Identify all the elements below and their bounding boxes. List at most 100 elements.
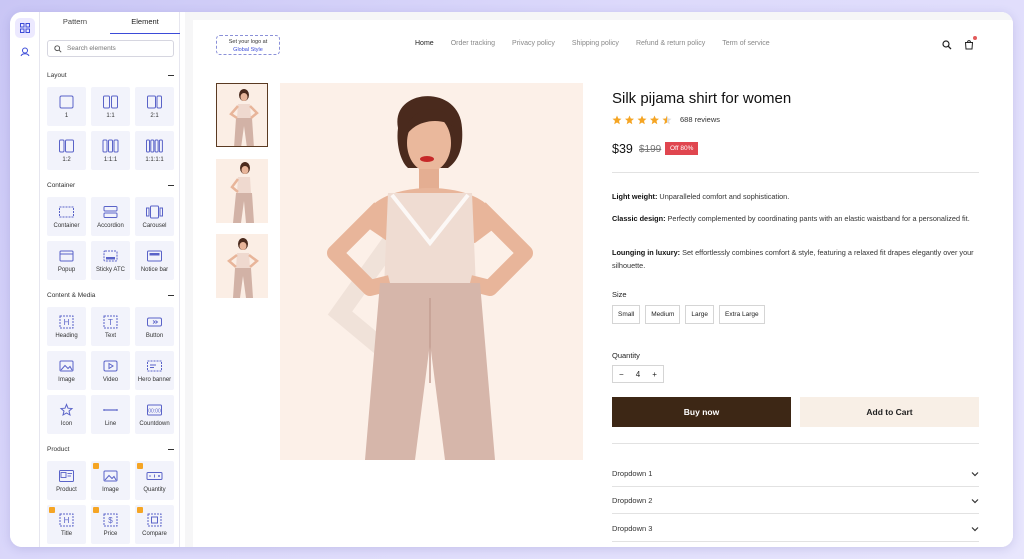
- section-title: Container: [47, 182, 76, 189]
- svg-text:H: H: [64, 318, 70, 327]
- search-icon: [54, 44, 62, 53]
- section-title: Content & Media: [47, 292, 96, 299]
- tab-pattern[interactable]: Pattern: [40, 12, 110, 34]
- quantity-tile[interactable]: Quantity: [135, 461, 174, 500]
- dropdown-row[interactable]: Dropdown 2: [612, 488, 979, 514]
- product-thumbnail[interactable]: [216, 234, 268, 298]
- section-container[interactable]: Container: [47, 182, 174, 189]
- text-tile[interactable]: T Text: [91, 307, 130, 346]
- product-thumbnail[interactable]: [216, 159, 268, 223]
- desc-item: Lounging in luxury: Set effortlessly com…: [612, 247, 979, 272]
- video-tile[interactable]: Video: [91, 351, 130, 390]
- layout-1-1-1-tile[interactable]: 1:1:1: [91, 131, 130, 170]
- countdown-tile[interactable]: 00:00 Countdown: [135, 395, 174, 434]
- logo-placeholder[interactable]: Set your logo at Global Style: [216, 35, 280, 55]
- nav-shipping-policy[interactable]: Shipping policy: [572, 40, 619, 47]
- section-layout[interactable]: Layout: [47, 72, 174, 79]
- dropdown-row[interactable]: Dropdown 3: [612, 516, 979, 542]
- global-style-link[interactable]: Global Style: [217, 46, 279, 54]
- rating-stars: [612, 115, 674, 125]
- layout-1-1-1-1-tile[interactable]: 1:1:1:1: [135, 131, 174, 170]
- layout-grid: 1 1:1 2:1 1:2 1:1:1 1:1:1:1: [47, 87, 174, 170]
- product-image-tile[interactable]: Image: [91, 461, 130, 500]
- collapse-icon[interactable]: [168, 184, 174, 187]
- section-content-media[interactable]: Content & Media: [47, 292, 174, 299]
- desc-text: Perfectly complemented by coordinating p…: [665, 214, 970, 223]
- pro-badge: [137, 507, 143, 513]
- hero-banner-tile[interactable]: Hero banner: [135, 351, 174, 390]
- nav-home[interactable]: Home: [415, 40, 434, 47]
- search-box: [47, 40, 174, 57]
- tile-label: Text: [104, 332, 116, 339]
- size-option-extra-large[interactable]: Extra Large: [719, 305, 765, 324]
- size-option-medium[interactable]: Medium: [645, 305, 681, 324]
- top-nav: Home Order tracking Privacy policy Shipp…: [415, 40, 787, 47]
- compare-tile[interactable]: Compare: [135, 505, 174, 544]
- tile-label: Line: [104, 420, 117, 427]
- nav-terms[interactable]: Term of service: [722, 40, 769, 47]
- section-title: Product: [47, 446, 70, 453]
- popup-tile[interactable]: Popup: [47, 241, 86, 280]
- editor-canvas: Set your logo at Global Style Home Order…: [185, 12, 1013, 547]
- tile-label: Button: [145, 332, 164, 339]
- button-tile[interactable]: Button: [135, 307, 174, 346]
- icon-rail: [10, 12, 40, 547]
- size-options: Small Medium Large Extra Large: [612, 305, 765, 324]
- line-tile[interactable]: Line: [91, 395, 130, 434]
- dropdown-label: Dropdown 2: [612, 496, 653, 505]
- product-title: Silk pijama shirt for women: [612, 90, 792, 107]
- layout-2-1-tile[interactable]: 2:1: [135, 87, 174, 126]
- search-icon[interactable]: [942, 37, 952, 55]
- product-main-image[interactable]: [280, 83, 583, 460]
- icon-tile[interactable]: Icon: [47, 395, 86, 434]
- collapse-icon[interactable]: [168, 74, 174, 77]
- layout-1-2-tile[interactable]: 1:2: [47, 131, 86, 170]
- nav-privacy-policy[interactable]: Privacy policy: [512, 40, 555, 47]
- layout-1-tile[interactable]: 1: [47, 87, 86, 126]
- buy-now-button[interactable]: Buy now: [612, 397, 791, 427]
- price-tile[interactable]: $ Price: [91, 505, 130, 544]
- section-product[interactable]: Product: [47, 446, 174, 453]
- title-tile[interactable]: H Title: [47, 505, 86, 544]
- desc-item: Light weight: Unparalleled comfort and s…: [612, 191, 979, 204]
- tile-label: 1: [64, 112, 69, 119]
- quantity-value[interactable]: 4: [636, 370, 640, 379]
- product-tile[interactable]: Product: [47, 461, 86, 500]
- container-grid: Container Accordion Carousel Popup Stick…: [47, 197, 174, 280]
- accordion-tile[interactable]: Accordion: [91, 197, 130, 236]
- tile-label: 2:1: [150, 112, 159, 119]
- desc-label: Lounging in luxury:: [612, 248, 681, 257]
- dropdown-row[interactable]: Dropdown 1: [612, 461, 979, 487]
- size-option-large[interactable]: Large: [685, 305, 715, 324]
- size-option-small[interactable]: Small: [612, 305, 641, 324]
- tile-label: Heading: [55, 332, 78, 339]
- search-input[interactable]: [67, 45, 167, 52]
- layout-1-1-tile[interactable]: 1:1: [91, 87, 130, 126]
- tab-element[interactable]: Element: [110, 12, 180, 34]
- nav-refund-policy[interactable]: Refund & return policy: [636, 40, 705, 47]
- collapse-icon[interactable]: [168, 448, 174, 451]
- layers-icon[interactable]: [15, 42, 35, 62]
- image-tile[interactable]: Image: [47, 351, 86, 390]
- chevron-down-icon: [971, 471, 979, 476]
- pro-badge: [49, 507, 55, 513]
- discount-badge: Off 80%: [665, 142, 699, 155]
- collapse-icon[interactable]: [168, 294, 174, 297]
- old-price: $199: [639, 144, 662, 155]
- add-to-cart-button[interactable]: Add to Cart: [800, 397, 979, 427]
- quantity-decrement[interactable]: −: [619, 370, 624, 379]
- sticky-atc-tile[interactable]: Sticky ATC: [91, 241, 130, 280]
- product-thumbnail[interactable]: [216, 83, 268, 147]
- container-tile[interactable]: Container: [47, 197, 86, 236]
- elements-icon[interactable]: [15, 18, 35, 38]
- page-preview: Set your logo at Global Style Home Order…: [193, 20, 1013, 547]
- content-grid: H Heading T Text Button Image Video Hero b…: [47, 307, 174, 434]
- carousel-tile[interactable]: Carousel: [135, 197, 174, 236]
- bag-icon[interactable]: [964, 35, 978, 55]
- nav-order-tracking[interactable]: Order tracking: [451, 40, 495, 47]
- tile-label: Price: [103, 530, 118, 537]
- reviews-count[interactable]: 688 reviews: [680, 115, 720, 124]
- notice-bar-tile[interactable]: Notice bar: [135, 241, 174, 280]
- quantity-increment[interactable]: +: [652, 370, 657, 379]
- heading-tile[interactable]: H Heading: [47, 307, 86, 346]
